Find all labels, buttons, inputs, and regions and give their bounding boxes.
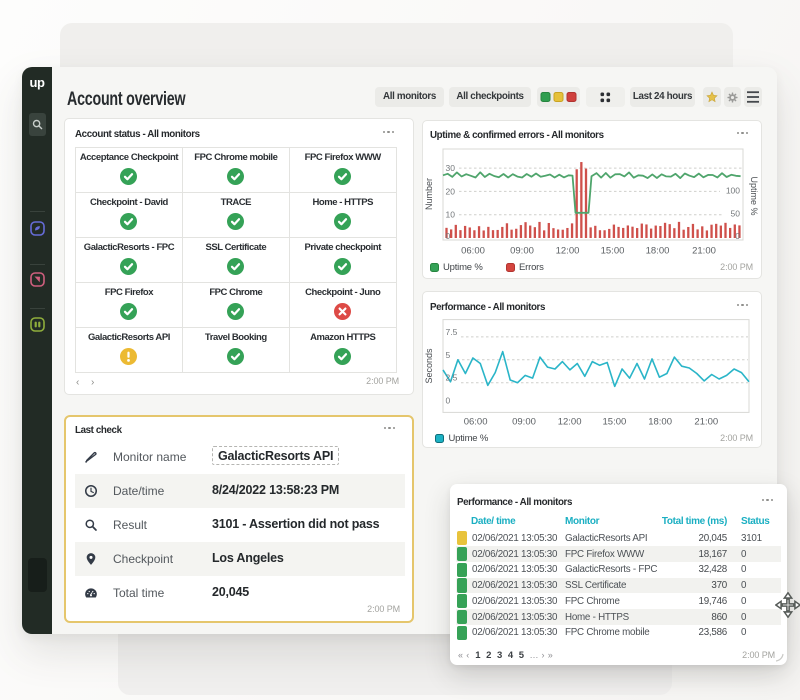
svg-text:10: 10 — [446, 210, 456, 220]
svg-text:7.5: 7.5 — [446, 327, 458, 337]
svg-text:09:00: 09:00 — [512, 417, 536, 428]
svg-text:Seconds: Seconds — [424, 348, 434, 384]
svg-text:Number: Number — [424, 178, 434, 210]
svg-text:Uptime %: Uptime % — [749, 176, 759, 215]
svg-text:21:00: 21:00 — [692, 246, 716, 257]
svg-text:09:00: 09:00 — [510, 246, 534, 257]
svg-text:0: 0 — [446, 396, 451, 406]
svg-text:18:00: 18:00 — [646, 246, 670, 257]
svg-text:12:00: 12:00 — [558, 417, 582, 428]
svg-text:50: 50 — [731, 209, 741, 219]
svg-text:100: 100 — [726, 186, 740, 196]
svg-text:15:00: 15:00 — [603, 417, 627, 428]
svg-text:15:00: 15:00 — [601, 246, 625, 257]
svg-text:18:00: 18:00 — [648, 417, 672, 428]
svg-text:20: 20 — [446, 186, 456, 196]
svg-text:06:00: 06:00 — [464, 417, 488, 428]
svg-text:0: 0 — [735, 231, 740, 241]
svg-text:21:00: 21:00 — [694, 417, 718, 428]
svg-text:2.5: 2.5 — [446, 373, 458, 383]
svg-text:5: 5 — [446, 350, 451, 360]
svg-text:06:00: 06:00 — [461, 246, 485, 257]
svg-text:30: 30 — [446, 163, 456, 173]
svg-text:0: 0 — [446, 231, 451, 241]
svg-text:12:00: 12:00 — [556, 246, 580, 257]
